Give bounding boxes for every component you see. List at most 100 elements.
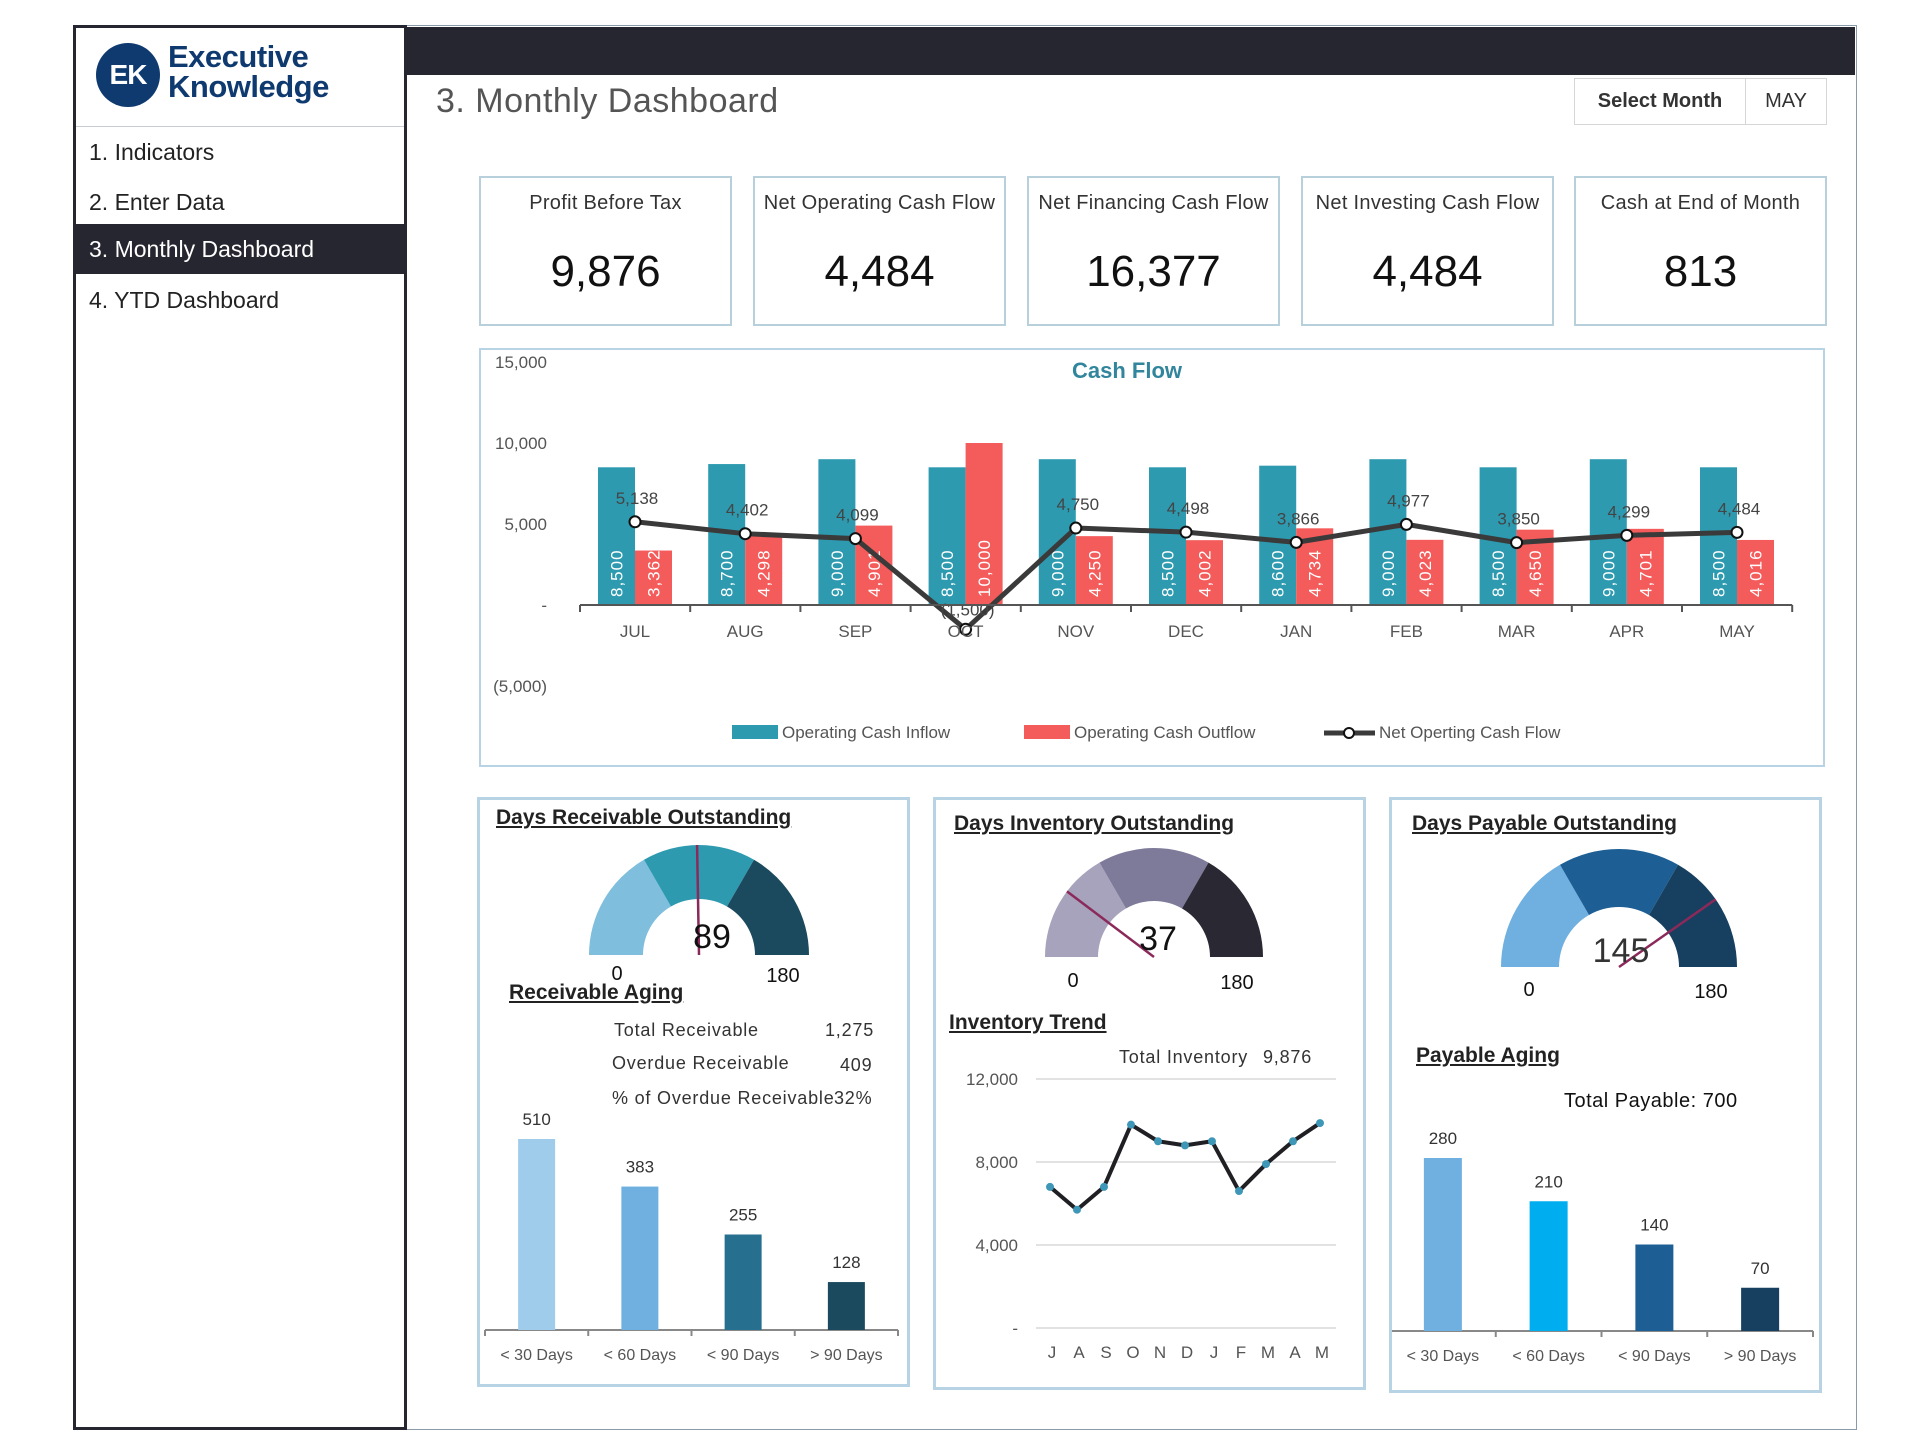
- inventory-point: [1154, 1137, 1162, 1146]
- net-data-label: 5,138: [616, 489, 659, 508]
- outflow-data-label: 4,734: [1306, 549, 1325, 597]
- sidebar-item-ytd-dashboard[interactable]: 4. YTD Dashboard: [76, 275, 404, 325]
- kpi-label: Net Financing Cash Flow: [1038, 192, 1269, 214]
- legend-inflow-swatch: [732, 725, 778, 739]
- bar-value-label: 210: [1534, 1172, 1562, 1191]
- aging-bar: [518, 1139, 556, 1330]
- inflow-data-label: 9,000: [1048, 549, 1067, 597]
- y-tick-label: 12,000: [966, 1070, 1018, 1089]
- sidebar-item-enter-data[interactable]: 2. Enter Data: [76, 177, 404, 227]
- x-tick-label: M: [1315, 1343, 1329, 1362]
- x-tick-label: OCT: [948, 622, 984, 641]
- top-bar: [407, 27, 1855, 75]
- bar-value-label: 128: [832, 1253, 860, 1272]
- x-tick-label: J: [1048, 1343, 1057, 1362]
- month-selector[interactable]: Select Month MAY: [1574, 78, 1827, 125]
- bar-value-label: 140: [1640, 1216, 1668, 1235]
- outflow-data-label: 4,016: [1747, 549, 1766, 597]
- x-tick-label: < 30 Days: [500, 1347, 572, 1364]
- select-month-value[interactable]: MAY: [1746, 79, 1826, 124]
- inventory-point: [1100, 1182, 1108, 1191]
- inventory-point: [1127, 1120, 1135, 1129]
- aging-bar: [1529, 1201, 1568, 1331]
- outflow-data-label: 4,023: [1416, 549, 1435, 597]
- inflow-data-label: 8,500: [938, 549, 957, 597]
- x-tick-label: < 30 Days: [1407, 1348, 1479, 1365]
- outflow-data-label: 3,362: [645, 549, 664, 597]
- days-receivable-panel: Days Receivable Outstanding Receivable A…: [477, 797, 910, 1387]
- y-tick-label: 5,000: [504, 515, 547, 534]
- inflow-data-label: 8,500: [1710, 549, 1729, 597]
- x-tick-label: A: [1073, 1343, 1085, 1362]
- bar-value-label: 70: [1751, 1259, 1770, 1278]
- kpi-label: Cash at End of Month: [1600, 192, 1801, 214]
- net-data-label: 4,977: [1387, 491, 1430, 510]
- kpi-value: 4,484: [824, 247, 935, 296]
- x-tick-label: F: [1236, 1343, 1246, 1362]
- net-cash-flow-point: [628, 515, 642, 529]
- x-tick-label: D: [1181, 1343, 1193, 1362]
- inventory-point: [1046, 1182, 1054, 1191]
- x-tick-label: M: [1261, 1343, 1275, 1362]
- net-data-label: 4,750: [1057, 495, 1100, 514]
- kpi-label: Net Investing Cash Flow: [1315, 192, 1540, 214]
- legend-net-label: Net Operting Cash Flow: [1379, 723, 1561, 742]
- x-tick-label: APR: [1609, 622, 1644, 641]
- outflow-data-label: 4,650: [1526, 549, 1545, 597]
- x-tick-label: MAR: [1498, 622, 1536, 641]
- y-tick-label: -: [1012, 1319, 1018, 1338]
- logo-line-1: Executive: [168, 39, 309, 74]
- net-cash-flow-point: [1289, 535, 1303, 549]
- inventory-trend-chart: 12,0008,0004,000-J A S O N D J F M A M: [966, 1070, 1336, 1362]
- x-tick-label: > 90 Days: [1724, 1348, 1796, 1365]
- outflow-data-label: 4,701: [1636, 549, 1655, 597]
- x-tick-label: DEC: [1168, 622, 1204, 641]
- net-data-label: 4,402: [726, 501, 769, 520]
- kpi-cash-end-of-month: Cash at End of Month 813: [1574, 176, 1827, 326]
- inventory-point: [1181, 1141, 1189, 1150]
- aging-bar: [1635, 1244, 1674, 1331]
- kpi-net-financing-cash-flow: Net Financing Cash Flow 16,377: [1027, 176, 1280, 326]
- days-inventory-panel: Days Inventory Outstanding Inventory Tre…: [933, 797, 1366, 1390]
- page-title: 3. Monthly Dashboard: [436, 82, 779, 120]
- y-tick-label: 15,000: [495, 353, 547, 372]
- bar-value-label: 383: [626, 1158, 654, 1177]
- net-data-label: 4,299: [1608, 502, 1651, 521]
- inflow-data-label: 8,500: [1489, 549, 1508, 597]
- kpi-label: Profit Before Tax: [529, 192, 682, 214]
- y-tick-label: 4,000: [975, 1236, 1018, 1255]
- kpi-net-investing-cash-flow: Net Investing Cash Flow 4,484: [1301, 176, 1554, 326]
- net-data-label: 4,484: [1718, 499, 1761, 518]
- inventory-point: [1208, 1137, 1216, 1146]
- inventory-point: [1073, 1205, 1081, 1214]
- inventory-point: [1316, 1119, 1324, 1128]
- x-tick-label: < 90 Days: [1618, 1348, 1690, 1365]
- net-data-label: 3,850: [1497, 510, 1540, 529]
- aging-bar: [827, 1282, 865, 1330]
- chart-title: Cash Flow: [1072, 358, 1183, 383]
- logo-mark: EK: [96, 43, 160, 107]
- net-cash-flow-point: [848, 532, 862, 546]
- x-tick-label: > 90 Days: [810, 1347, 882, 1364]
- logo-line-2: Knowledge: [168, 69, 329, 104]
- inflow-data-label: 9,000: [1599, 549, 1618, 597]
- aging-bar: [1423, 1158, 1462, 1331]
- logo: EK Executive Knowledge: [96, 38, 386, 116]
- x-tick-label: N: [1154, 1343, 1166, 1362]
- inflow-data-label: 8,700: [718, 549, 737, 597]
- sidebar-item-monthly-dashboard[interactable]: 3. Monthly Dashboard: [76, 224, 404, 274]
- inventory-point: [1235, 1187, 1243, 1196]
- x-tick-label: JUL: [620, 622, 650, 641]
- x-tick-label: O: [1126, 1343, 1139, 1362]
- kpi-net-operating-cash-flow: Net Operating Cash Flow 4,484: [753, 176, 1006, 326]
- inflow-data-label: 8,500: [608, 549, 627, 597]
- x-tick-label: A: [1289, 1343, 1301, 1362]
- net-cash-flow-point: [1730, 525, 1744, 539]
- y-tick-label: -: [541, 596, 547, 615]
- y-tick-label: 8,000: [975, 1153, 1018, 1172]
- kpi-value: 4,484: [1372, 247, 1483, 296]
- outflow-data-label: 4,298: [755, 549, 774, 597]
- outflow-data-label: 4,002: [1196, 549, 1215, 597]
- sidebar: EK Executive Knowledge 1. Indicators 2. …: [73, 25, 407, 1430]
- sidebar-item-indicators[interactable]: 1. Indicators: [76, 127, 404, 177]
